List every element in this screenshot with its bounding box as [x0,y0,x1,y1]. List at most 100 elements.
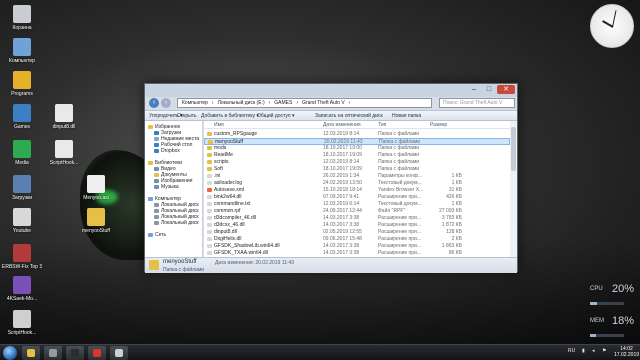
file-row[interactable]: commandline.txt 12.03.2019 6:14 Текстовый … [204,201,510,208]
desktop-icon[interactable]: Youtube [2,208,42,234]
file-size: 31 КБ [448,187,462,193]
cpu-meter[interactable]: CPU 20% [588,283,636,309]
column-size[interactable]: Размер [430,121,447,129]
language-indicator[interactable]: RU [568,348,575,354]
desktop-icon[interactable]: Games [2,104,42,130]
file-icon [55,140,73,158]
flag-icon[interactable]: ⚑ [602,348,606,354]
file-row[interactable]: d3dcsx_46.dll 14.03.2017 3:38 Расширение п… [204,222,510,229]
title-bar[interactable]: – □ ✕ [145,84,517,97]
file-row[interactable]: common.rpf 24.09.2017 12:44 Файл "RPF" 27 0… [204,208,510,215]
file-icon [13,5,31,23]
desktop-icon[interactable]: ScriptHook... [2,310,42,336]
file-row[interactable]: GFSDK_TXAA.win64.dll 14.03.2017 3:38 Расши… [204,250,510,257]
start-button[interactable] [3,346,17,360]
file-type: Файл "RPF" [378,208,406,214]
network-icon[interactable]: ▮ [582,348,585,354]
toolbar-item[interactable]: Добавить в библиотеку ▾ [201,113,259,119]
taskbar-windows-button[interactable] [66,346,84,360]
desktop-icon[interactable]: Загрузки [2,175,42,201]
back-button[interactable]: ‹ [149,98,159,108]
toolbar-item[interactable]: Записать на оптический диск [315,113,383,119]
explorer-window[interactable]: – □ ✕ ‹ › Компьютер › Локальный диск (E:) ›… [144,83,518,273]
desktop-icon[interactable]: Компьютер [2,38,42,64]
file-row[interactable]: custom_RPSgauge 12.03.2019 8:14 Папка с фа… [204,131,510,138]
file-row[interactable]: bink2w64.dll 07.09.2017 9:41 Расширение пр… [204,194,510,201]
file-row[interactable]: d3dcompiler_46.dll 14.03.2017 3:38 Расшире… [204,215,510,222]
desktop-icon[interactable]: 4KSaek-Mo... [2,276,42,302]
breadcrumb-separator-icon[interactable]: › [349,100,351,106]
toolbar-item[interactable]: Новая папка [392,113,421,119]
file-row[interactable]: Soft 18.10.2017 19:09 Папка с файлами [204,166,510,173]
column-date[interactable]: Дата изменения [323,121,361,129]
file-date: 14.03.2017 3:38 [323,243,360,249]
breadcrumb-item[interactable]: Локальный диск (E:) [218,100,265,106]
nav-item-icon [154,185,159,189]
desktop-icon-label: menyooStuff [82,228,110,234]
file-date: 15.10.2018 18:14 [323,187,362,193]
maximize-button[interactable]: □ [482,85,496,94]
desktop-icon[interactable]: Programs [2,71,42,97]
desktop-icon-label: 4KSaek-Mo... [6,296,38,302]
toolbar-item[interactable]: Открыть [177,113,197,119]
app-icon [115,349,123,357]
address-row: ‹ › Компьютер › Локальный диск (E:) › GAMES ›… [149,98,515,109]
breadcrumb[interactable]: Компьютер › Локальный диск (E:) › GAMES › Gran… [177,98,432,108]
mem-meter[interactable]: MEM 18% [588,315,636,341]
file-row[interactable]: .ini 26.02.2019 1:34 Параметры конф... 1 КБ [204,173,510,180]
file-icon [207,174,212,178]
taskbar-yandex-button[interactable] [88,346,106,360]
desktop-icon-label: Корзина [12,25,32,31]
breadcrumb-separator-icon[interactable]: › [269,100,271,106]
desktop-icon[interactable]: menyooStuff [76,208,116,234]
desktop-icon-label: Компьютер [9,58,35,64]
desktop-icon[interactable]: ScriptHook... [44,140,84,166]
tray-date: 17.02.2019 [614,352,640,358]
desktop-icon[interactable]: Корзина [2,5,42,31]
file-icon [13,244,31,262]
file-row[interactable]: ReadMe 18.10.2017 19:09 Папка с файлами [204,152,510,159]
file-type: Текстовый докум... [378,180,422,186]
close-button[interactable]: ✕ [497,85,515,94]
file-size: 1 872 КБ [441,222,462,228]
breadcrumb-item[interactable]: Grand Theft Auto V [302,100,345,106]
file-row[interactable]: mods 18.10.2017 19:00 Папка с файлами [204,145,510,152]
file-row[interactable]: DxgiHelix.dll 09.06.2017 15:48 Расширение … [204,236,510,243]
file-row[interactable]: GFSDK_ShadowLib.win64.dll 14.03.2017 3:38… [204,243,510,250]
breadcrumb-item[interactable]: Компьютер [182,100,208,106]
clock-gadget[interactable] [590,4,634,48]
taskbar-explorer-button[interactable] [22,346,40,360]
toolbar-item[interactable]: Общий доступ ▾ [257,113,295,119]
scroll-thumb[interactable] [511,127,516,171]
file-size: 86 КБ [448,250,462,256]
column-name[interactable]: Имя [214,121,224,129]
file-row[interactable]: asiloader.log 24.02.2019 13:50 Текстовый д… [204,180,510,187]
file-icon [13,310,31,328]
minimize-button[interactable]: – [467,85,481,94]
nav-item[interactable]: Сеть [145,232,202,238]
tray-clock[interactable]: 14:02 17.02.2019 [614,346,639,358]
breadcrumb-separator-icon[interactable]: › [296,100,298,106]
forward-button[interactable]: › [161,98,171,108]
folder-icon [207,160,212,164]
desktop-icon[interactable]: ERBSW-Fix Top Speed... [2,244,42,270]
breadcrumb-item[interactable]: GAMES [274,100,292,106]
folder-icon [207,167,212,171]
file-row[interactable]: dinput8.dll 02.05.2019 12:55 Расширение пр… [204,229,510,236]
file-icon [13,38,31,56]
file-row[interactable]: Autosave.xml 15.10.2018 18:14 Yandex Brows… [204,187,510,194]
volume-icon[interactable]: ◂ [592,348,595,354]
file-row[interactable]: scripts 12.03.2019 8:14 Папка с файлами [204,159,510,166]
desktop-icon[interactable]: Menyoo.asi [76,175,116,201]
taskbar-app-button[interactable] [110,346,128,360]
file-row[interactable]: menyooStuff 20.02.2019 11:43 Папка с файла… [204,138,510,145]
breadcrumb-separator-icon[interactable]: › [212,100,214,106]
vertical-scrollbar[interactable] [510,121,517,257]
taskbar-media-button[interactable] [44,346,62,360]
nav-item-icon [154,167,159,171]
column-type[interactable]: Тип [378,121,386,129]
file-type: Текстовый докум... [378,201,422,207]
search-input[interactable]: Поиск: Grand Theft Auto V [439,98,515,108]
desktop-icon[interactable]: Media [2,140,42,166]
desktop-icon[interactable]: dinput8.dll [44,104,84,130]
